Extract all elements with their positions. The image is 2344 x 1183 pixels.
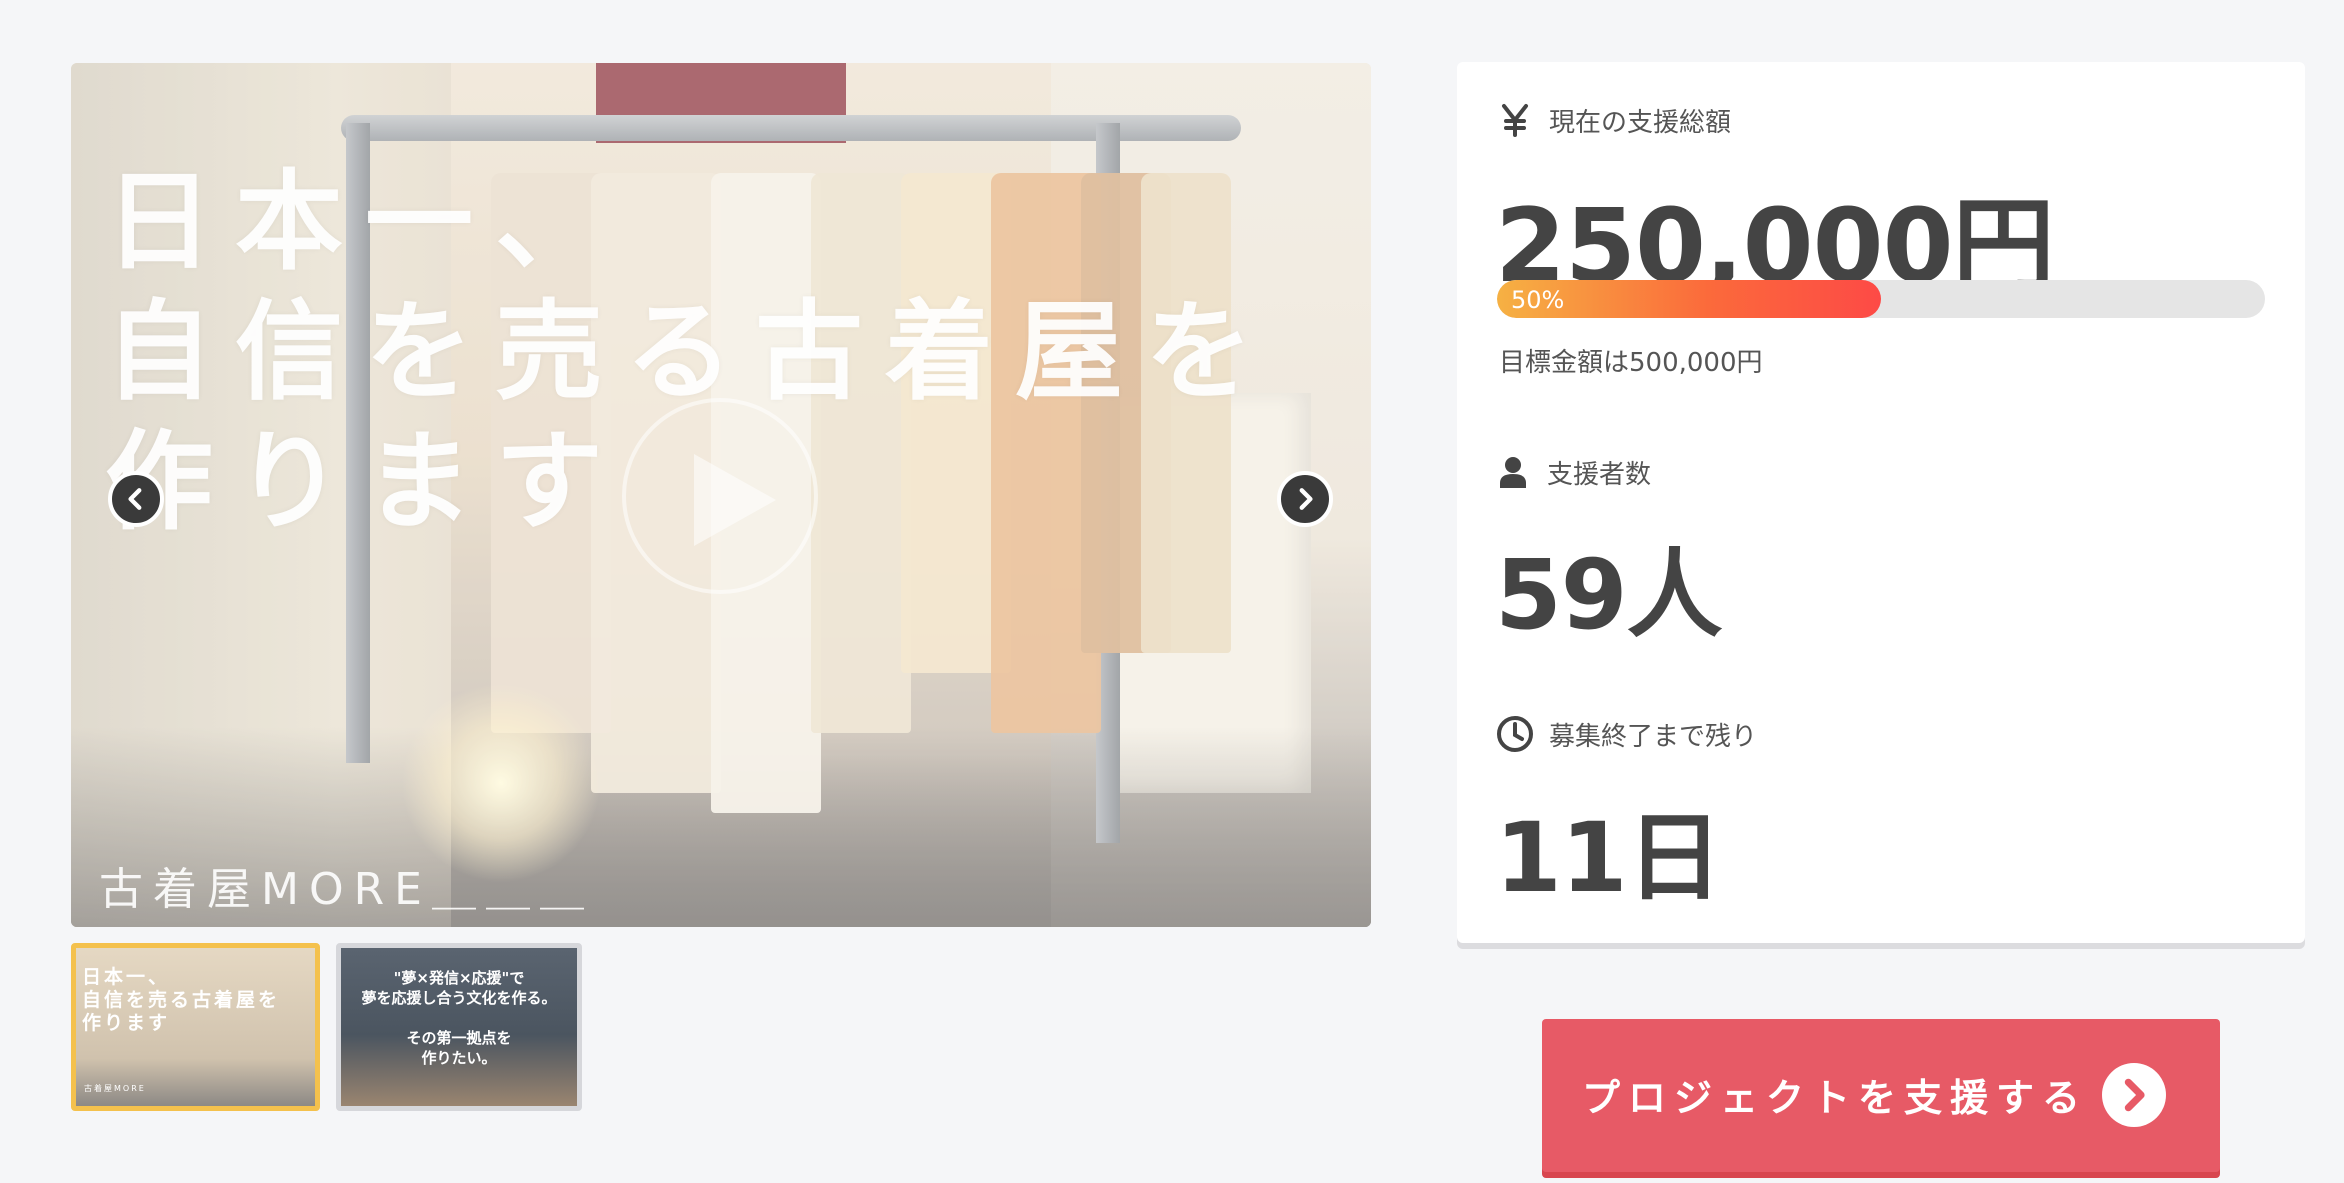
chevron-left-icon — [128, 488, 142, 510]
carousel-prev-button[interactable] — [108, 471, 164, 527]
chevron-right-circle-icon — [2102, 1063, 2166, 1127]
funding-progress-label: 50% — [1511, 286, 1565, 314]
time-remaining-value: 11日 — [1495, 802, 1723, 914]
support-project-label: プロジェクトを支援する — [1582, 1076, 2089, 1120]
clock-icon — [1495, 714, 1535, 754]
funding-progress-bar: 50% — [1497, 280, 2265, 318]
carousel-next-button[interactable] — [1277, 471, 1333, 527]
backers-label: 支援者数 — [1493, 452, 1651, 492]
support-project-button[interactable]: プロジェクトを支援する — [1542, 1019, 2220, 1172]
backers-value: 59人 — [1495, 539, 1723, 651]
funding-progress-fill: 50% — [1497, 280, 1881, 318]
thumbnail-text: 日本一、 自信を売る古着屋を 作ります — [82, 966, 281, 1034]
chevron-right-icon — [1299, 488, 1313, 510]
gallery-thumbnail-1[interactable]: 日本一、 自信を売る古着屋を 作ります 古着屋MORE — [71, 943, 320, 1111]
project-page: 日本一、 自信を売る古着屋を 作ります 古着屋MORE＿＿＿ 日本一、 自信を売… — [0, 0, 2344, 1183]
user-icon — [1493, 452, 1533, 492]
thumbnail-text: "夢×発信×応援"で 夢を応援し合う文化を作る。 その第一拠点を 作りたい。 — [361, 969, 557, 1067]
yen-icon — [1495, 100, 1535, 140]
funding-stats-card: 現在の支援総額 250,000円 50% 目標金額は500,000円 支援者数 … — [1457, 62, 2305, 943]
thumbnail-brand: 古着屋MORE — [84, 1084, 146, 1093]
gallery-thumbnail-2[interactable]: "夢×発信×応援"で 夢を応援し合う文化を作る。 その第一拠点を 作りたい。 — [336, 943, 582, 1111]
time-remaining-label: 募集終了まで残り — [1495, 714, 1757, 754]
main-visual: 日本一、 自信を売る古着屋を 作ります 古着屋MORE＿＿＿ — [71, 63, 1371, 927]
funding-total-label: 現在の支援総額 — [1495, 100, 1731, 140]
play-icon[interactable] — [622, 398, 818, 594]
funding-goal-text: 目標金額は500,000円 — [1499, 348, 1763, 378]
slide-brand: 古着屋MORE＿＿＿ — [99, 864, 594, 915]
